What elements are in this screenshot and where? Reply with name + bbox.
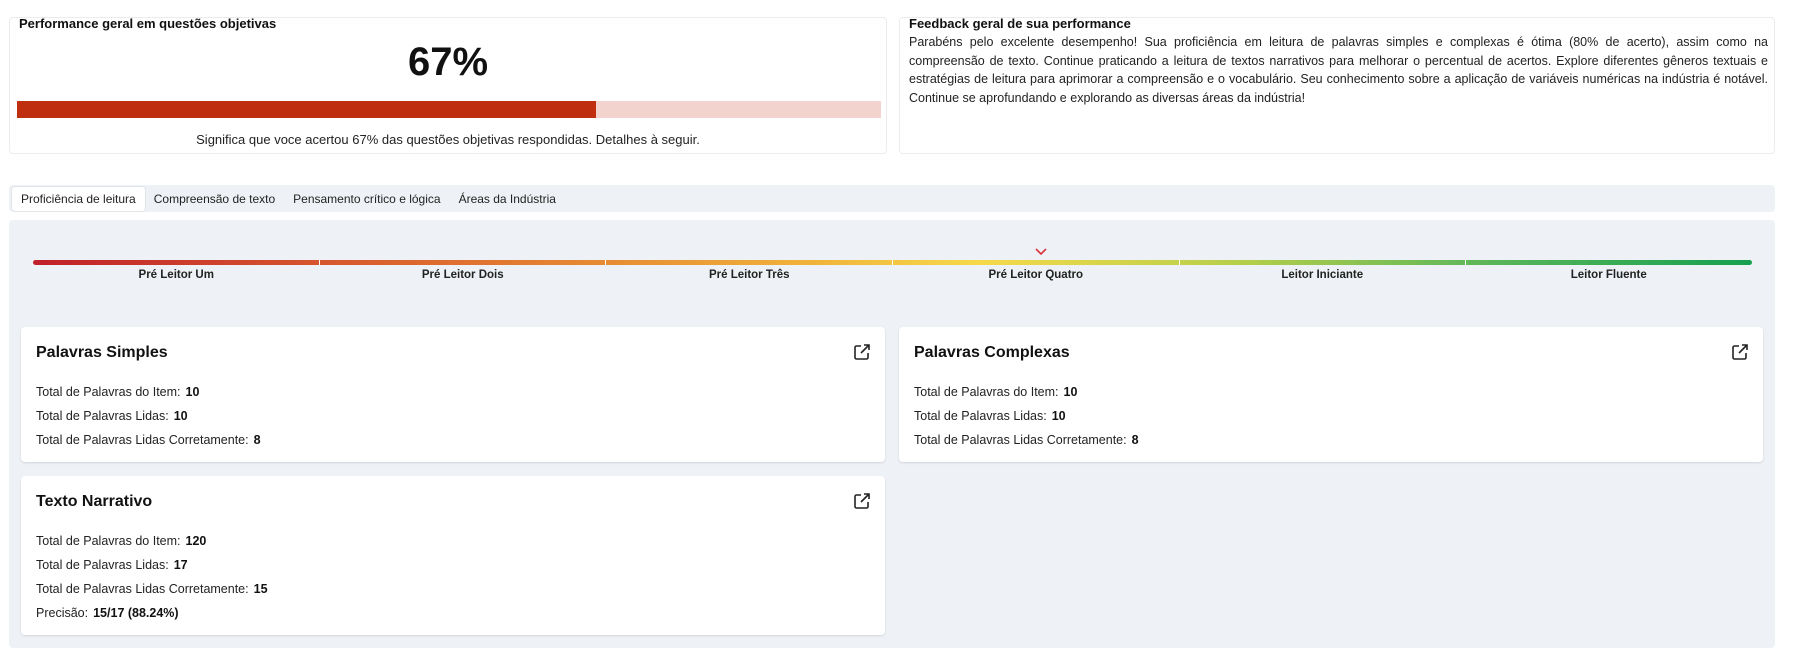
level-label-leitor-iniciante: Leitor Iniciante <box>1281 269 1364 281</box>
performance-progress-fill <box>17 101 596 118</box>
item-row: Total de Palavras do Item: 120 <box>36 534 207 548</box>
item-row: Precisão: 15/17 (88.24%) <box>36 606 179 620</box>
item-row: Total de Palavras Lidas: 17 <box>36 558 188 572</box>
item-title: Texto Narrativo <box>36 493 153 510</box>
item-card-palavras-complexas: Palavras Complexas Total de Palavras do … <box>899 327 1763 462</box>
external-link-icon[interactable] <box>853 343 871 361</box>
level-label-leitor-fluente: Leitor Fluente <box>1570 269 1647 281</box>
performance-card: Performance geral em questões objetivas … <box>9 16 887 154</box>
item-row: Total de Palavras Lidas: 10 <box>914 409 1066 423</box>
tab-bar: Proficiência de leitura Compreensão de t… <box>9 185 1775 212</box>
performance-title: Performance geral em questões objetivas <box>19 16 277 31</box>
item-row: Total de Palavras Lidas Corretamente: 8 <box>36 433 261 447</box>
item-row: Total de Palavras Lidas Corretamente: 15 <box>36 582 268 596</box>
level-label-pre-leitor-tres: Pré Leitor Três <box>708 269 790 281</box>
tab-areas-industria[interactable]: Áreas da Indústria <box>450 187 565 211</box>
tab-pensamento-critico[interactable]: Pensamento crítico e lógica <box>284 187 449 211</box>
item-card-texto-narrativo: Texto Narrativo Total de Palavras do Ite… <box>21 476 885 635</box>
item-title: Palavras Simples <box>36 344 168 361</box>
item-row: Total de Palavras Lidas Corretamente: 8 <box>914 433 1139 447</box>
item-row: Total de Palavras do Item: 10 <box>36 385 200 399</box>
feedback-text: Parabéns pelo excelente desempenho! Sua … <box>909 35 1768 105</box>
tab-proficiencia-leitura[interactable]: Proficiência de leitura <box>12 186 145 211</box>
external-link-icon[interactable] <box>1731 343 1749 361</box>
item-row: Total de Palavras do Item: 10 <box>914 385 1078 399</box>
performance-progress-bar <box>17 101 881 118</box>
feedback-card: Feedback geral de sua performance Parabé… <box>899 16 1775 154</box>
reading-level-scale: Pré Leitor Um Pré Leitor Dois Pré Leitor… <box>33 248 1752 300</box>
item-title: Palavras Complexas <box>914 344 1070 361</box>
level-label-pre-leitor-um: Pré Leitor Um <box>138 269 214 281</box>
item-row: Total de Palavras Lidas: 10 <box>36 409 188 423</box>
tab-compreensao-texto[interactable]: Compreensão de texto <box>145 187 284 211</box>
chevron-down-icon <box>1035 248 1047 256</box>
tab-panel-proficiencia: Pré Leitor Um Pré Leitor Dois Pré Leitor… <box>9 220 1775 648</box>
feedback-title: Feedback geral de sua performance <box>909 16 1131 31</box>
performance-caption: Significa que voce acertou 67% das quest… <box>196 132 700 147</box>
level-label-pre-leitor-dois: Pré Leitor Dois <box>421 269 504 281</box>
level-label-pre-leitor-quatro: Pré Leitor Quatro <box>988 269 1084 281</box>
external-link-icon[interactable] <box>853 492 871 510</box>
item-card-palavras-simples: Palavras Simples Total de Palavras do It… <box>21 327 885 462</box>
performance-percent: 67% <box>407 40 489 84</box>
